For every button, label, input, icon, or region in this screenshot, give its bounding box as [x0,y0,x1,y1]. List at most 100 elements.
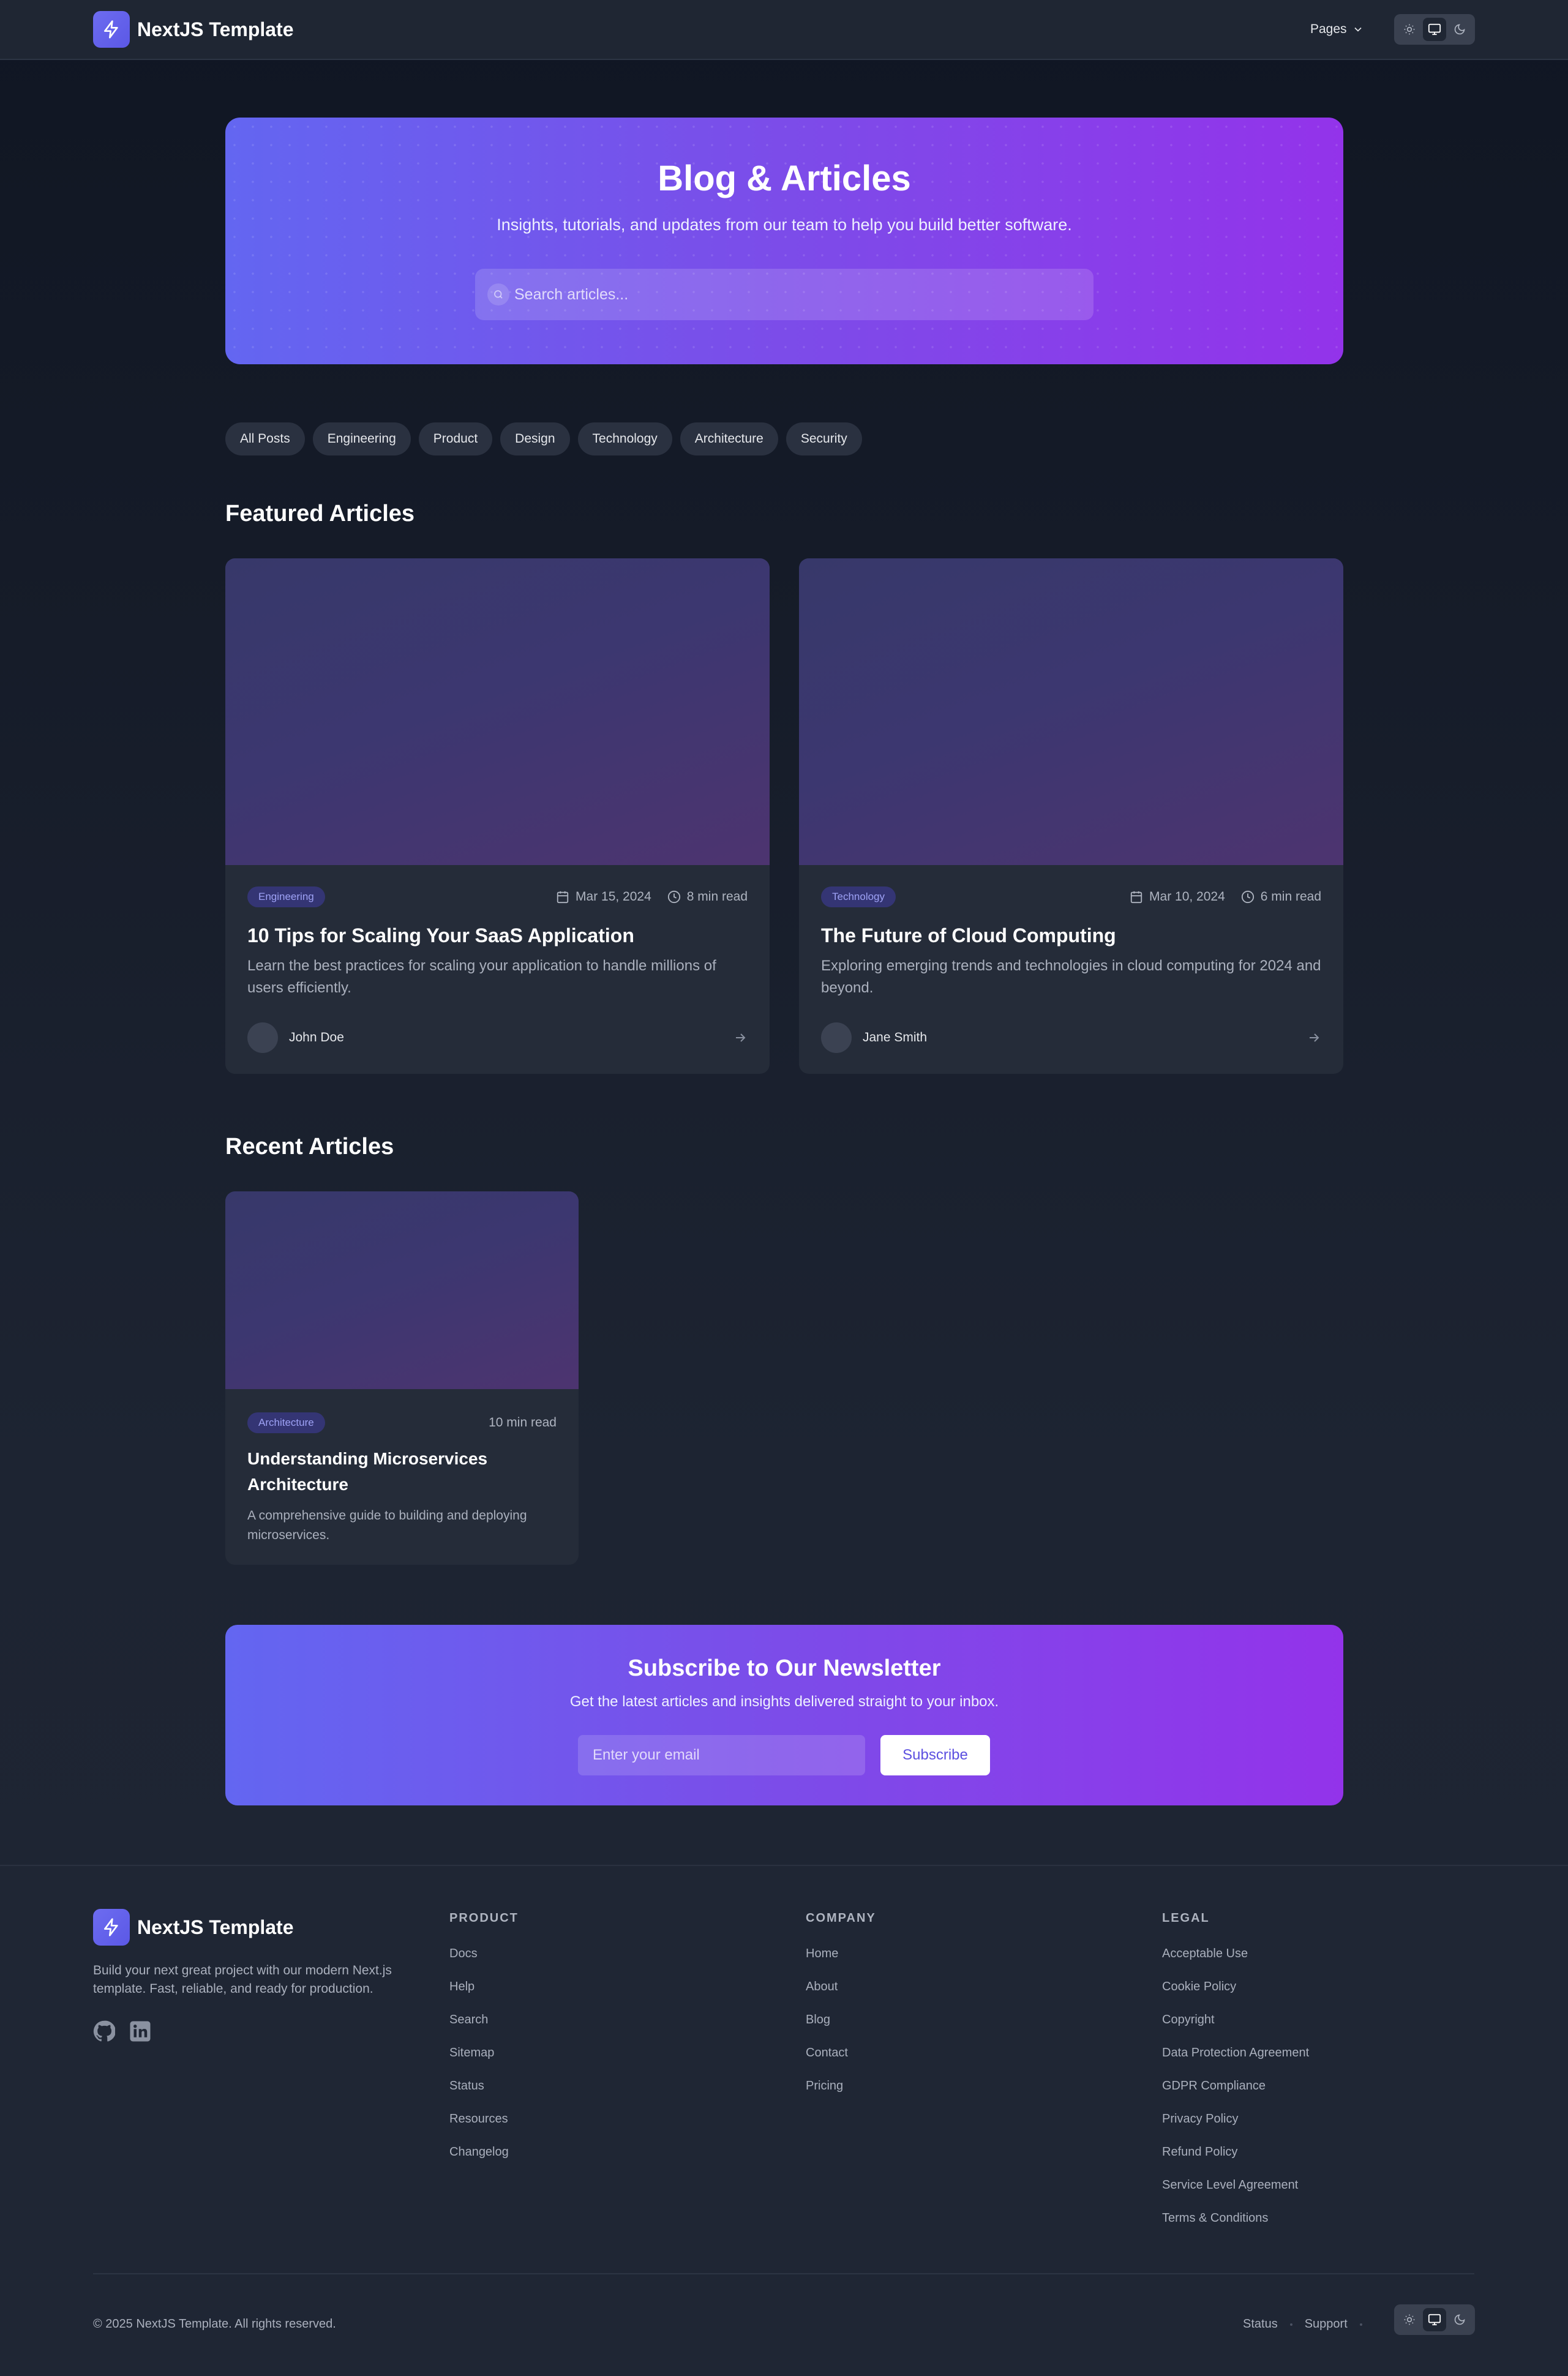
brand-name: NextJS Template [137,18,294,40]
avatar [247,1022,278,1053]
footer-link-sitemap[interactable]: Sitemap [449,2046,494,2060]
filter-product[interactable]: Product [418,422,493,455]
newsletter-title: Subscribe to Our Newsletter [628,1655,941,1681]
footer-link-docs[interactable]: Docs [449,1947,478,1961]
newsletter-section: Subscribe to Our Newsletter Get the late… [225,1625,1343,1805]
article-image [799,558,1343,865]
footer-column-title: COMPANY [806,1911,876,1925]
article-description: Exploring emerging trends and technologi… [821,958,1321,996]
search-input[interactable] [514,285,1065,304]
filter-design[interactable]: Design [500,422,570,455]
footer: NextJS Template Build your next great pr… [0,1865,1568,2376]
article-description: Learn the best practices for scaling you… [247,958,716,996]
pages-menu[interactable]: Pages [1310,18,1364,40]
featured-card[interactable]: Engineering Mar 15, 2024 8 min read 10 T… [225,558,770,1074]
search-icon [487,283,509,305]
article-date: Mar 15, 2024 [576,890,651,904]
footer-divider [93,2273,1474,2274]
theme-dark-button[interactable] [1449,2308,1471,2331]
linkedin-icon[interactable] [129,2020,151,2042]
article-title: 10 Tips for Scaling Your SaaS Applicatio… [247,924,634,946]
monitor-icon [1428,23,1441,36]
footer-link-help[interactable]: Help [449,1980,475,1994]
footer-link-sla[interactable]: Service Level Agreement [1162,2178,1298,2192]
footer-theme-toggle [1394,2304,1475,2335]
footer-link-home[interactable]: Home [806,1947,838,1961]
lightning-icon [93,1909,130,1946]
category-filters: All Posts Engineering Product Design Tec… [225,422,862,455]
theme-toggle [1394,14,1475,45]
footer-link-blog[interactable]: Blog [806,2013,830,2027]
article-title: Understanding Microservices Architecture [247,1449,488,1494]
author-name: Jane Smith [863,1030,928,1044]
hero-subtitle: Insights, tutorials, and updates from ou… [497,215,1072,234]
arrow-right-icon[interactable] [1307,1030,1321,1045]
footer-link-acceptable-use[interactable]: Acceptable Use [1162,1947,1248,1961]
theme-system-button[interactable] [1423,18,1446,41]
chevron-down-icon [1354,27,1362,32]
footer-column-title: LEGAL [1162,1911,1210,1925]
footer-link-search[interactable]: Search [449,2013,488,2027]
page-title: Blog & Articles [658,159,911,198]
featured-heading: Featured Articles [225,501,415,527]
footer-bottom-links: Status Support [1243,2317,1375,2331]
copyright: © 2025 NextJS Template. All rights reser… [93,2317,336,2331]
theme-system-button[interactable] [1423,2308,1446,2331]
avatar [821,1022,852,1053]
article-date: Mar 10, 2024 [1149,890,1225,904]
author-name: John Doe [289,1030,344,1044]
theme-light-button[interactable] [1398,18,1420,41]
footer-link-refund-policy[interactable]: Refund Policy [1162,2145,1237,2159]
filter-security[interactable]: Security [786,422,862,455]
clock-icon [1241,890,1254,904]
footer-link-copyright[interactable]: Copyright [1162,2013,1215,2027]
footer-link-pricing[interactable]: Pricing [806,2079,843,2093]
article-title: The Future of Cloud Computing [821,924,1116,946]
footer-link-about[interactable]: About [806,1980,838,1994]
recent-card[interactable]: Architecture 10 min read Understanding M… [225,1191,579,1565]
github-icon[interactable] [93,2020,115,2042]
filter-engineering[interactable]: Engineering [312,422,411,455]
navbar: NextJS Template Pages [0,0,1568,60]
moon-icon [1455,2314,1465,2325]
footer-link-contact[interactable]: Contact [806,2046,848,2060]
bottom-link-status[interactable]: Status [1243,2317,1278,2331]
featured-card[interactable]: Technology Mar 10, 2024 6 min read The F… [799,558,1343,1074]
article-meta: Mar 15, 2024 8 min read [556,890,748,904]
article-author: Jane Smith [821,1022,927,1053]
article-author: John Doe [247,1022,344,1053]
footer-link-changelog[interactable]: Changelog [449,2145,509,2159]
footer-link-terms[interactable]: Terms & Conditions [1162,2211,1268,2225]
category-badge: Technology [821,886,896,907]
footer-brand-logo[interactable]: NextJS Template [93,1909,294,1946]
separator-dot [1289,2323,1292,2326]
theme-dark-button[interactable] [1449,18,1471,41]
footer-link-cookie-policy[interactable]: Cookie Policy [1162,1980,1236,1994]
calendar-icon [557,891,569,904]
recent-heading: Recent Articles [225,1134,394,1160]
footer-link-status[interactable]: Status [449,2079,484,2093]
filter-all-posts[interactable]: All Posts [225,422,305,455]
footer-link-data-protection[interactable]: Data Protection Agreement [1162,2046,1309,2060]
footer-link-privacy-policy[interactable]: Privacy Policy [1162,2112,1238,2126]
footer-link-resources[interactable]: Resources [449,2112,508,2126]
clock-icon [667,890,680,904]
article-meta: Mar 10, 2024 6 min read [1130,890,1321,904]
pages-menu-label: Pages [1310,22,1347,36]
theme-light-button[interactable] [1398,2308,1420,2331]
bottom-link-support[interactable]: Support [1305,2317,1348,2331]
footer-link-gdpr[interactable]: GDPR Compliance [1162,2079,1266,2093]
separator-dot [1359,2323,1362,2326]
email-field[interactable] [578,1735,865,1775]
filter-architecture[interactable]: Architecture [680,422,778,455]
article-image [225,558,770,865]
filter-technology[interactable]: Technology [577,422,672,455]
newsletter-subtitle: Get the latest articles and insights del… [569,1693,999,1710]
search-bar [475,269,1093,320]
lightning-icon [93,11,130,48]
moon-icon [1455,24,1465,35]
subscribe-button[interactable]: Subscribe [880,1735,990,1775]
arrow-right-icon[interactable] [733,1030,748,1045]
read-time: 8 min read [686,890,748,904]
brand-logo[interactable]: NextJS Template [93,11,294,48]
